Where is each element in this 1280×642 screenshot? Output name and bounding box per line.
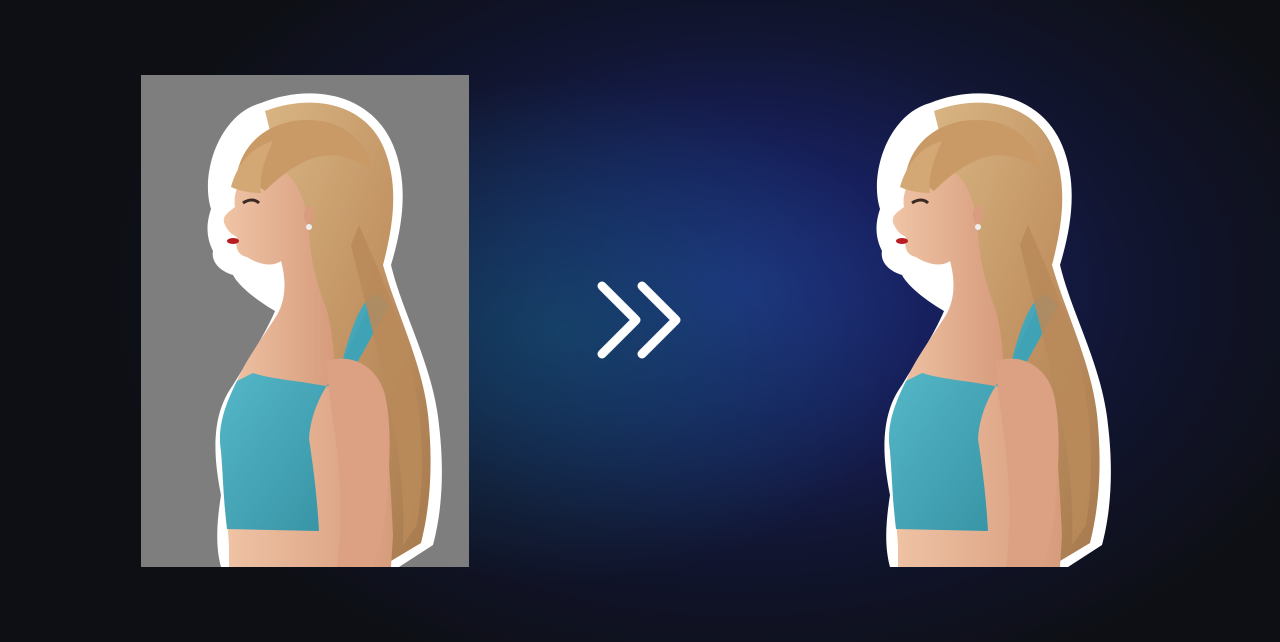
background-removal-comparison xyxy=(0,0,1280,642)
double-chevron-right-icon xyxy=(590,278,690,368)
person-portrait-icon xyxy=(141,75,469,567)
after-image xyxy=(800,75,1140,567)
before-image xyxy=(141,75,469,567)
person-portrait-icon xyxy=(800,75,1140,567)
